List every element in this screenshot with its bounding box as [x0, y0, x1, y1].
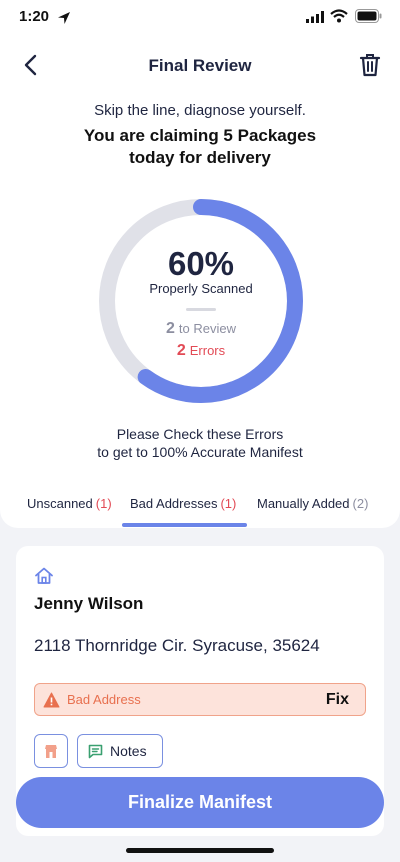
tab-count: (2) [352, 496, 369, 511]
error-count-row: 2 Errors [96, 342, 306, 360]
instruction-text: Please Check these Errors to get to 100%… [0, 425, 400, 461]
review-panel: 1:20 Final Review Skip the line, diagnos… [0, 0, 400, 528]
instruction-line-2: to get to 100% Accurate Manifest [97, 444, 303, 460]
storefront-icon [45, 745, 57, 758]
tab-label: Manually Added [257, 496, 350, 511]
claim-heading: You are claiming 5 Packages today for de… [83, 126, 317, 167]
tab-bad-addresses[interactable]: Bad Addresses (1) [130, 496, 236, 511]
nav-header: Final Review [0, 44, 400, 88]
progress-ring [99, 199, 303, 403]
recipient-name: Jenny Wilson [34, 594, 144, 613]
battery-icon [355, 9, 382, 23]
signal-icon [306, 11, 324, 23]
storefront-button[interactable] [34, 734, 68, 768]
bad-address-banner: Bad Address Fix [34, 683, 366, 716]
review-count-row: 2 to Review [96, 320, 306, 338]
tab-count: (1) [95, 496, 112, 511]
home-icon [35, 567, 53, 584]
progress-percent: 60% [167, 245, 235, 282]
error-label: Errors [189, 343, 226, 358]
review-label: to Review [178, 321, 236, 336]
warning-icon [43, 692, 60, 708]
fix-button[interactable]: Fix [326, 691, 349, 709]
page-title: Final Review [148, 56, 252, 75]
notes-label: Notes [110, 743, 147, 759]
wifi-icon [330, 9, 348, 23]
progress-label: Properly Scanned [149, 281, 253, 296]
trash-icon[interactable] [358, 51, 382, 79]
review-count: 2 [166, 320, 175, 337]
notes-icon [88, 744, 103, 759]
tab-label: Bad Addresses [130, 496, 218, 511]
recipient-address: 2118 Thornridge Cir. Syracuse, 35624 [34, 636, 320, 655]
tab-unscanned[interactable]: Unscanned (1) [27, 496, 112, 511]
tab-manually-added[interactable]: Manually Added (2) [257, 496, 368, 511]
status-bar: 1:20 [0, 0, 400, 36]
subtitle: Skip the line, diagnose yourself. [94, 102, 306, 119]
tab-label: Unscanned [27, 496, 93, 511]
status-time: 1:20 [19, 8, 50, 25]
divider [186, 308, 216, 311]
notes-button[interactable]: Notes [77, 734, 163, 768]
instruction-line-1: Please Check these Errors [116, 426, 284, 442]
location-arrow-icon [58, 12, 70, 24]
finalize-manifest-button[interactable]: Finalize Manifest [16, 777, 384, 828]
filter-tabs: Unscanned (1) Bad Addresses (1) Manually A… [0, 496, 400, 518]
active-tab-indicator [122, 523, 247, 527]
home-indicator [126, 848, 274, 853]
tab-count: (1) [220, 496, 237, 511]
bad-address-label: Bad Address [67, 692, 141, 707]
error-count: 2 [176, 342, 186, 359]
